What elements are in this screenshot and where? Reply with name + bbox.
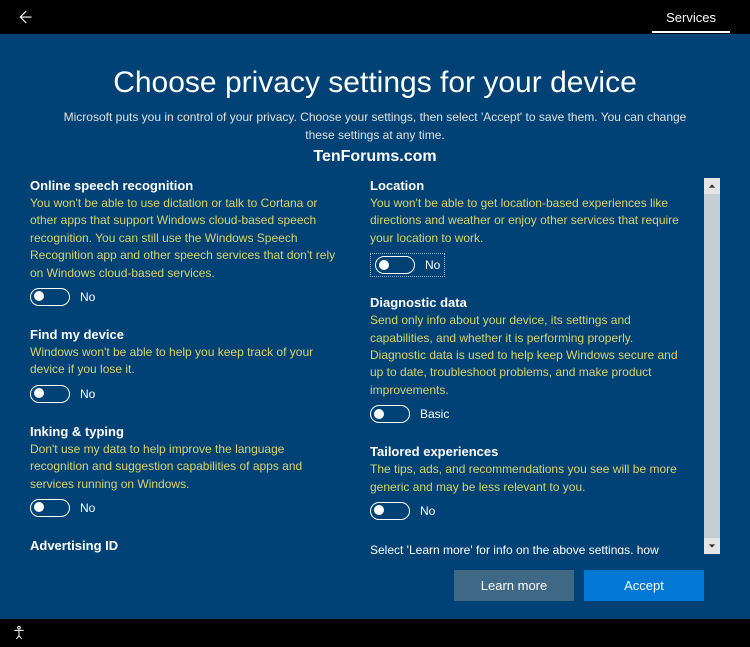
tab-services[interactable]: Services [652, 2, 730, 33]
toggle-find-my-device[interactable] [30, 385, 70, 403]
setting-diagnostic-data: Diagnostic data Send only info about you… [370, 295, 680, 428]
learn-more-info-text: Select 'Learn more' for info on the abov… [370, 541, 680, 554]
setting-description: The tips, ads, and recommendations you s… [370, 461, 680, 496]
setting-location: Location You won't be able to get locati… [370, 178, 680, 279]
setting-tailored-experiences: Tailored experiences The tips, ads, and … [370, 444, 680, 525]
settings-area: Online speech recognition You won't be a… [30, 178, 720, 554]
toggle-value-label: No [80, 387, 95, 401]
page-subtitle: Microsoft puts you in control of your pr… [55, 108, 695, 144]
setting-title: Inking & typing [30, 424, 340, 439]
learn-more-button[interactable]: Learn more [454, 570, 574, 601]
setting-title: Advertising ID [30, 538, 340, 553]
setting-title: Find my device [30, 327, 340, 342]
accessibility-icon [11, 625, 27, 641]
setting-description: Send only info about your device, its se… [370, 312, 680, 399]
setting-description: Windows won't be able to help you keep t… [30, 344, 340, 379]
titlebar: Services [0, 0, 750, 34]
page-title: Choose privacy settings for your device [30, 66, 720, 100]
setting-description: You won't be able to use dictation or ta… [30, 195, 340, 282]
button-row: Learn more Accept [30, 570, 720, 601]
toggle-tailored-experiences[interactable] [370, 502, 410, 520]
setting-online-speech-recognition: Online speech recognition You won't be a… [30, 178, 340, 311]
setting-title: Tailored experiences [370, 444, 680, 459]
setting-title: Online speech recognition [30, 178, 340, 193]
scrollbar-arrow-down[interactable] [704, 538, 720, 554]
setting-description: Don't use my data to help improve the la… [30, 441, 340, 493]
chevron-up-icon [708, 182, 716, 190]
toggle-location[interactable] [375, 256, 415, 274]
toggle-inking-typing[interactable] [30, 499, 70, 517]
setting-title: Diagnostic data [370, 295, 680, 310]
toggle-diagnostic-data[interactable] [370, 405, 410, 423]
arrow-left-icon [15, 8, 33, 26]
setting-inking-typing: Inking & typing Don't use my data to hel… [30, 424, 340, 522]
watermark-text: TenForums.com [30, 148, 720, 166]
toggle-value-label: No [425, 258, 440, 272]
setting-title: Location [370, 178, 680, 193]
setting-description: You won't be able to get location-based … [370, 195, 680, 247]
setting-advertising-id: Advertising ID The number of ads you see… [30, 538, 340, 554]
toggle-value-label: No [420, 504, 435, 518]
chevron-down-icon [708, 542, 716, 550]
toggle-online-speech-recognition[interactable] [30, 288, 70, 306]
accept-button[interactable]: Accept [584, 570, 704, 601]
setting-find-my-device: Find my device Windows won't be able to … [30, 327, 340, 408]
scrollbar-vertical[interactable] [704, 178, 720, 554]
ease-of-access-button[interactable] [10, 624, 28, 642]
settings-column-right: Location You won't be able to get locati… [370, 178, 680, 554]
scrollbar-arrow-up[interactable] [704, 178, 720, 194]
settings-column-left: Online speech recognition You won't be a… [30, 178, 340, 554]
toggle-value-label: Basic [420, 407, 449, 421]
settings-columns: Online speech recognition You won't be a… [30, 178, 680, 554]
toggle-value-label: No [80, 290, 95, 304]
back-button[interactable] [8, 1, 40, 33]
toggle-value-label: No [80, 501, 95, 515]
footer-bar [0, 619, 750, 647]
main-content: Choose privacy settings for your device … [0, 34, 750, 619]
